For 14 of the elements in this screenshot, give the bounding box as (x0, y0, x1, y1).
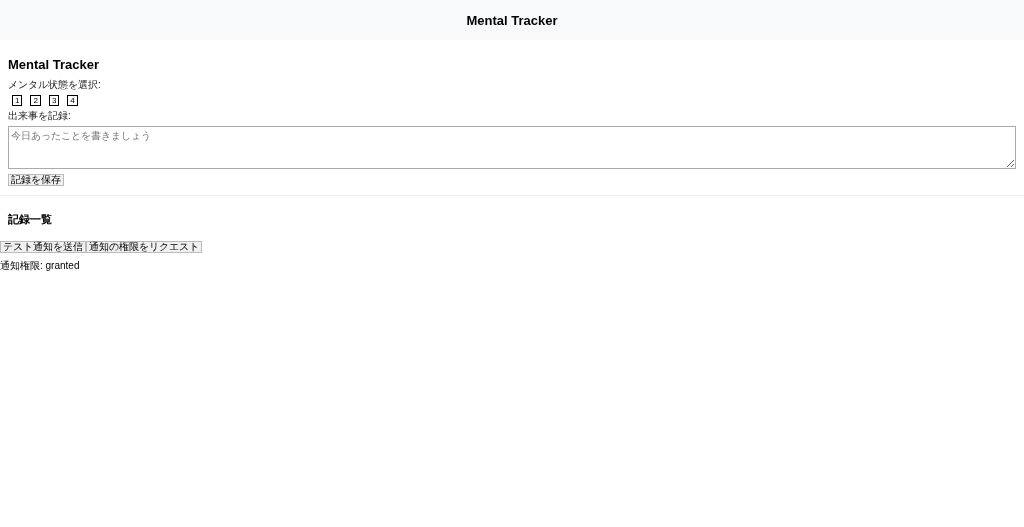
records-heading: 記録一覧 (8, 212, 53, 227)
page-heading: Mental Tracker (8, 57, 101, 72)
event-field[interactable]: 今日あったことを書きましょう (8, 126, 1016, 169)
save-button[interactable]: 記録を保存 (8, 174, 64, 186)
mood-option[interactable]: 1 (12, 95, 23, 106)
mood-option[interactable]: 2 (30, 95, 41, 106)
mood-label: メンタル状態を選択: (8, 78, 102, 92)
mood-option[interactable]: 4 (67, 95, 78, 106)
test-notification-button[interactable]: テスト通知を送信 (0, 241, 86, 253)
request-permission-button[interactable]: 通知の権限をリクエスト (86, 241, 202, 253)
app-title: Mental Tracker (466, 12, 558, 28)
mood-option[interactable]: 3 (48, 95, 60, 106)
event-label: 出来事を記録: (8, 109, 72, 123)
permission-status: 通知権限: granted (0, 259, 81, 273)
